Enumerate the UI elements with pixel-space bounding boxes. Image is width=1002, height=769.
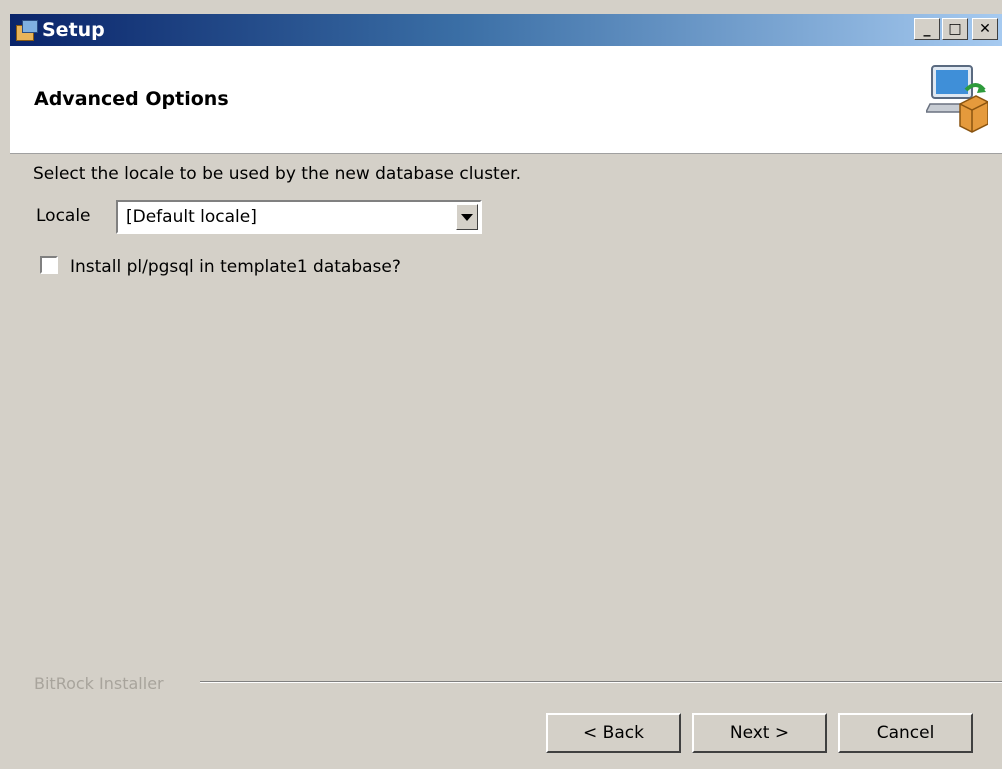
dropdown-button[interactable] bbox=[456, 204, 478, 230]
page-title: Advanced Options bbox=[34, 88, 229, 110]
computer-package-icon bbox=[926, 65, 988, 133]
plpgsql-checkbox[interactable] bbox=[40, 256, 58, 274]
chevron-down-icon bbox=[461, 213, 473, 221]
minimize-icon: _ bbox=[923, 21, 931, 37]
close-icon: ✕ bbox=[979, 21, 991, 37]
brand-label: BitRock Installer bbox=[34, 674, 164, 693]
plpgsql-checkbox-label[interactable]: Install pl/pgsql in template1 database? bbox=[70, 257, 401, 277]
footer-divider bbox=[200, 681, 1002, 683]
title-bar: Setup _ □ ✕ bbox=[10, 14, 1002, 46]
close-button[interactable]: ✕ bbox=[972, 18, 998, 40]
maximize-icon: □ bbox=[948, 21, 962, 37]
back-button[interactable]: < Back bbox=[546, 713, 681, 753]
header-panel: Advanced Options bbox=[10, 46, 1002, 154]
locale-selected-value: [Default locale] bbox=[126, 207, 257, 227]
window-title: Setup bbox=[42, 19, 105, 41]
setup-icon bbox=[14, 19, 38, 41]
locale-select[interactable]: [Default locale] bbox=[116, 200, 482, 234]
minimize-button[interactable]: _ bbox=[914, 18, 940, 40]
locale-label: Locale bbox=[36, 206, 91, 226]
description-text: Select the locale to be used by the new … bbox=[33, 164, 522, 184]
next-button[interactable]: Next > bbox=[692, 713, 827, 753]
cancel-button[interactable]: Cancel bbox=[838, 713, 973, 753]
maximize-button[interactable]: □ bbox=[942, 18, 968, 40]
window-controls: _ □ ✕ bbox=[914, 18, 998, 40]
